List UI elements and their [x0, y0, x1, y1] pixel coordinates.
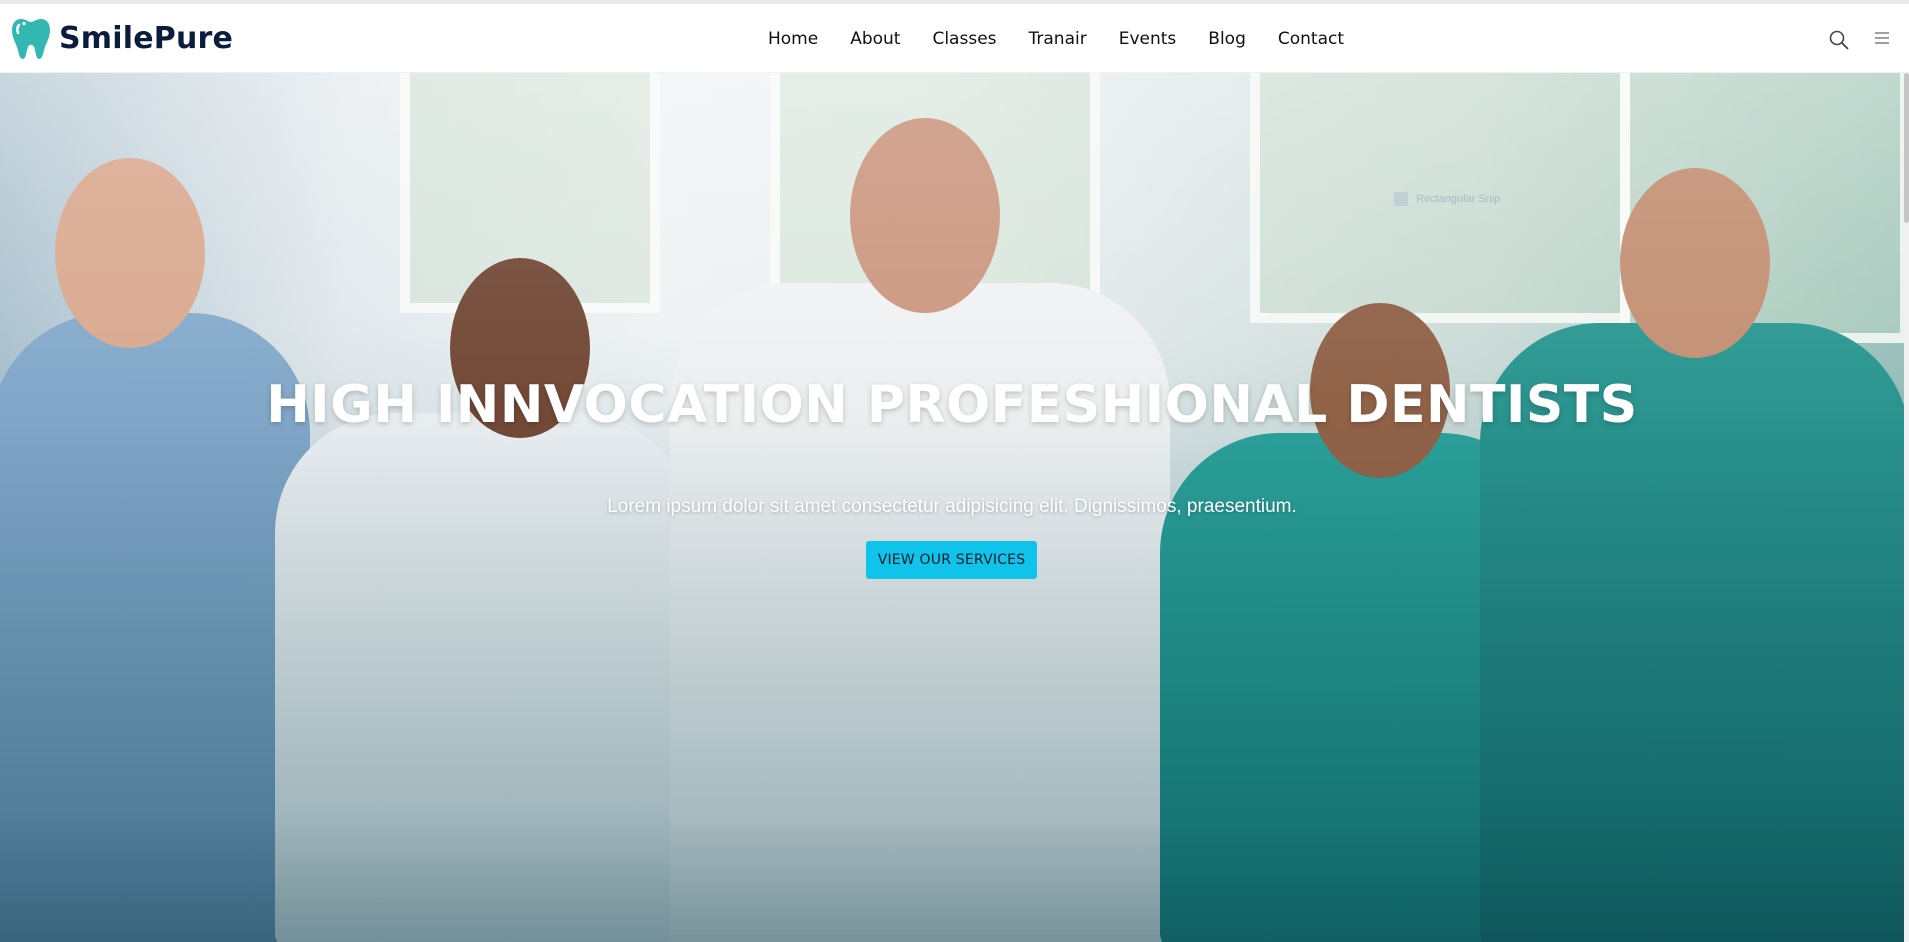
scrollbar-thumb[interactable] [1904, 73, 1909, 223]
overlay-tag: Rectangular Snip [1388, 188, 1508, 210]
hero-subtitle: Lorem ipsum dolor sit amet consectetur a… [607, 496, 1297, 517]
hero-title: HIGH INNVOCATION PROFESHIONAL DENTISTS [266, 375, 1638, 435]
nav-link-blog[interactable]: Blog [1192, 4, 1262, 73]
search-icon[interactable] [1828, 29, 1850, 51]
tooth-icon [11, 16, 51, 60]
nav-link-tranair[interactable]: Tranair [1013, 4, 1103, 73]
brand-home-link[interactable]: SmilePure [11, 15, 233, 61]
hero-section: Rectangular Snip HIGH INNVOCATION PROFES… [0, 73, 1904, 942]
nav-link-events[interactable]: Events [1103, 4, 1193, 73]
main-nav: Home About Classes Tranair Events Blog C… [748, 4, 1360, 73]
nav-link-contact[interactable]: Contact [1262, 4, 1360, 73]
hamburger-menu-icon[interactable] [1875, 32, 1889, 48]
nav-link-classes[interactable]: Classes [916, 4, 1012, 73]
nav-link-about[interactable]: About [834, 4, 916, 73]
navbar: SmilePure Home About Classes Tranair Eve… [0, 4, 1909, 73]
nav-link-home[interactable]: Home [748, 4, 834, 73]
brand-name: SmilePure [59, 20, 234, 56]
view-services-button[interactable]: VIEW OUR SERVICES [866, 541, 1037, 579]
